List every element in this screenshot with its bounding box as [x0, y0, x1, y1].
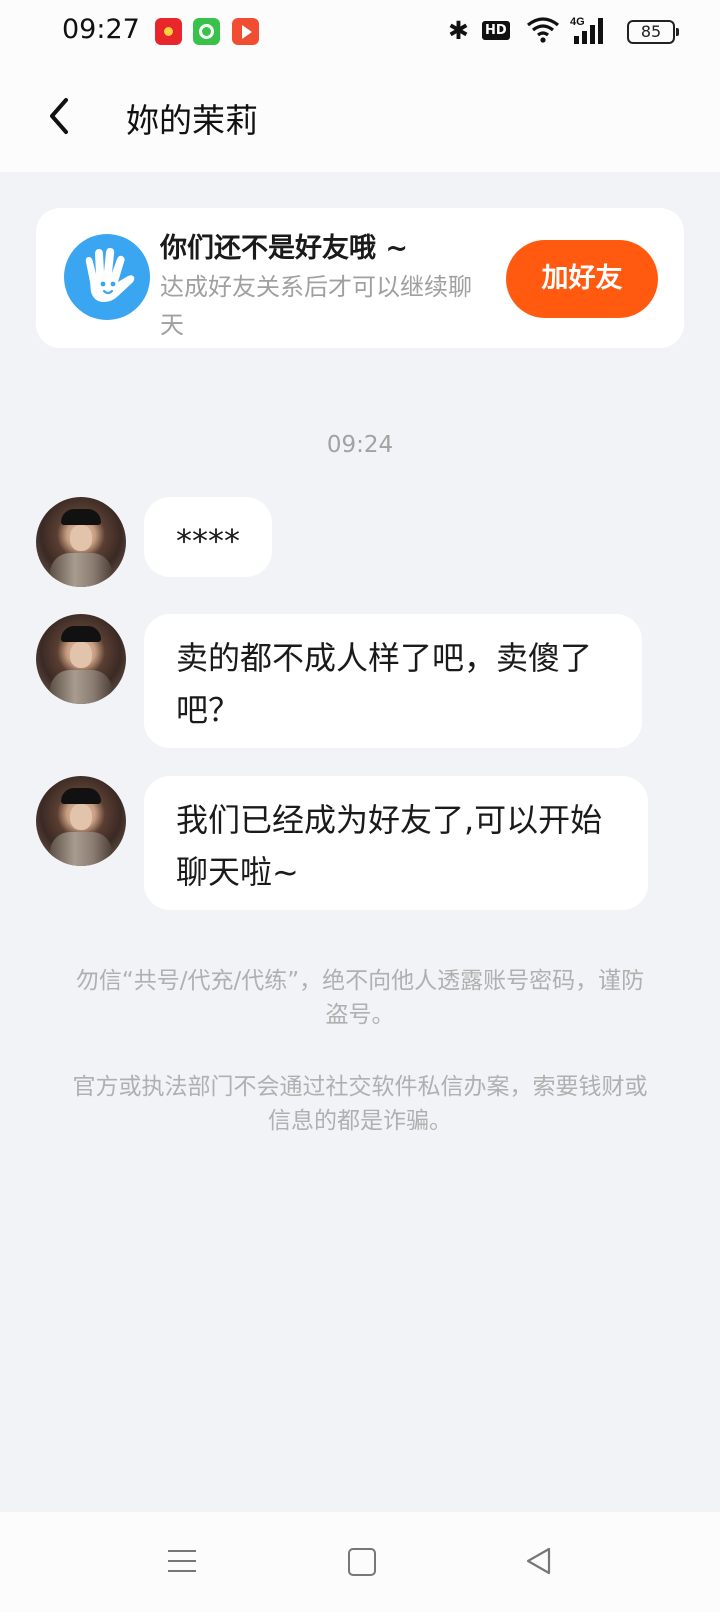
message-bubble[interactable]: ****: [144, 497, 272, 577]
card-subtitle: 达成好友关系后才可以继续聊天: [160, 273, 472, 339]
message-bubble[interactable]: 我们已经成为好友了,可以开始聊天啦~: [144, 776, 648, 910]
back-button[interactable]: [36, 90, 84, 142]
message-row: ****: [0, 497, 720, 587]
hd-icon: HD: [482, 21, 510, 40]
message-row: 卖的都不成人样了吧，卖傻了吧？: [0, 614, 720, 754]
cellular-signal-icon: 4G: [570, 16, 603, 44]
friend-request-card: 你们还不是好友哦 ~ 达成好友关系后才可以继续聊天 加好友: [36, 208, 684, 348]
wifi-icon: [527, 17, 559, 43]
avatar[interactable]: [36, 497, 126, 587]
battery-icon: 85: [627, 20, 679, 44]
status-time: 09:27: [62, 14, 140, 45]
fraud-notice: 官方或执法部门不会通过社交软件私信办案，索要钱财或信息的都是诈骗。: [72, 1074, 648, 1134]
message-bubble[interactable]: 卖的都不成人样了吧，卖傻了吧？: [144, 614, 642, 748]
video-app-icon: [232, 18, 259, 45]
red-packet-app-icon: [155, 18, 182, 45]
card-title: 你们还不是好友哦 ~: [160, 233, 409, 264]
network-type-label: 4G: [570, 16, 585, 28]
message-row: 我们已经成为好友了,可以开始聊天啦~: [0, 776, 720, 916]
menu-icon[interactable]: [168, 1548, 196, 1574]
avatar[interactable]: [36, 776, 126, 866]
waving-hand-icon: [64, 234, 150, 320]
bluetooth-icon: ✱: [448, 16, 469, 45]
green-app-icon: [193, 18, 220, 45]
safety-notice: 勿信“共号/代充/代练”，绝不向他人透露账号密码，谨防盗号。: [75, 968, 645, 1028]
back-triangle-icon[interactable]: [524, 1546, 552, 1576]
chat-header: 妳的茉莉: [0, 66, 720, 172]
navigation-bar: [0, 1512, 720, 1612]
avatar[interactable]: [36, 614, 126, 704]
add-friend-button[interactable]: 加好友: [506, 240, 658, 318]
status-indicators: ✱ HD 4G 85: [430, 14, 720, 50]
chevron-left-icon: [50, 98, 68, 134]
status-bar: 09:27 ✱ HD 4G 85: [0, 0, 720, 66]
page-title: 妳的茉莉: [126, 101, 258, 140]
home-icon[interactable]: [348, 1548, 376, 1576]
chat-timestamp: 09:24: [326, 432, 394, 458]
